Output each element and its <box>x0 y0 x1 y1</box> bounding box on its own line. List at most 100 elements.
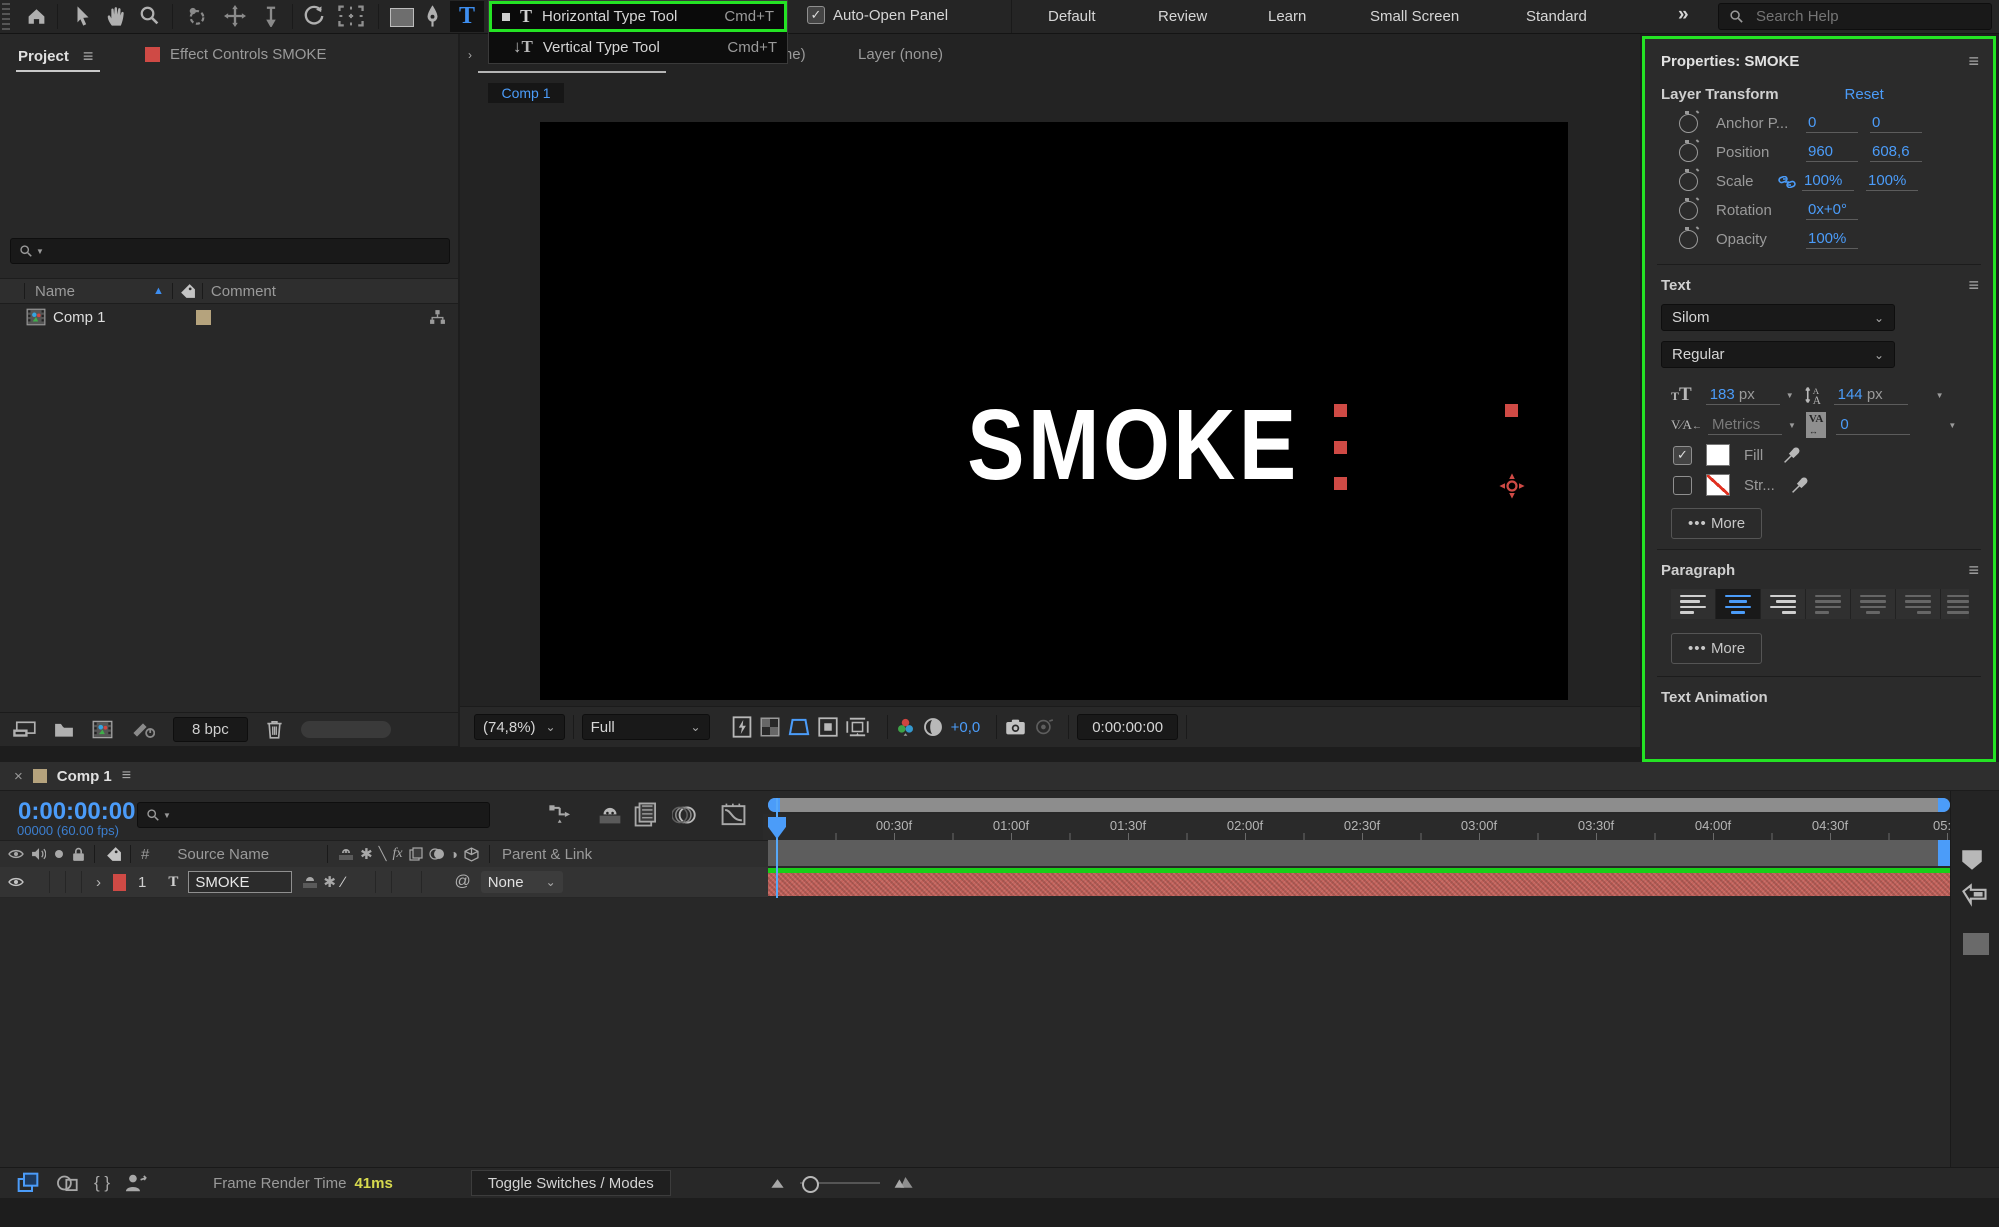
search-filter-dropdown-icon[interactable]: ▼ <box>163 811 171 820</box>
project-scrollbar-thumb[interactable] <box>300 721 391 738</box>
project-tab[interactable]: Project ≡ <box>18 46 93 67</box>
expressions-braces-icon[interactable]: { } <box>94 1173 110 1193</box>
timeline-zoom-slider-knob[interactable] <box>802 1176 819 1193</box>
workspace-tab-review[interactable]: Review <box>1158 8 1207 25</box>
align-left-button[interactable] <box>1671 589 1716 619</box>
layer-shy-switch[interactable] <box>302 875 318 889</box>
smoke-text-layer[interactable]: SMOKE <box>960 395 1306 495</box>
selection-tool-icon[interactable] <box>73 5 93 27</box>
anchor-point-icon[interactable] <box>1498 472 1526 500</box>
work-area-band[interactable] <box>768 840 1950 866</box>
viewer-tab-layer[interactable]: Layer (none) <box>858 46 943 63</box>
viewer-timecode-box[interactable]: 0:00:00:00 <box>1077 714 1179 740</box>
layer-duration-bar[interactable] <box>768 873 1950 896</box>
selection-handle[interactable] <box>1334 441 1347 454</box>
orbit-camera-tool-icon[interactable] <box>186 6 208 26</box>
new-folder-icon[interactable] <box>54 722 74 738</box>
opacity-value[interactable]: 100% <box>1806 230 1858 249</box>
workspace-tab-default[interactable]: Default <box>1048 8 1096 25</box>
justify-last-right-button[interactable] <box>1896 589 1941 619</box>
resolution-dropdown[interactable]: Full ⌄ <box>581 714 710 740</box>
selection-handle[interactable] <box>1334 477 1347 490</box>
justify-all-button[interactable] <box>1941 589 1969 619</box>
toggle-switches-modes-button[interactable]: Toggle Switches / Modes <box>470 1170 671 1196</box>
scale-y-value[interactable]: 100% <box>1866 172 1918 191</box>
home-tool-icon[interactable] <box>26 6 47 27</box>
zoom-tool-icon[interactable] <box>139 5 160 26</box>
layer-name-box[interactable]: SMOKE <box>188 871 293 893</box>
column-header-comment[interactable]: Comment <box>211 283 276 300</box>
used-in-network-icon[interactable] <box>429 309 446 325</box>
comp-label-color[interactable] <box>195 309 211 325</box>
exposure-reset-icon[interactable] <box>923 717 943 737</box>
stroke-enabled-checkbox[interactable]: ✓ <box>1673 475 1692 495</box>
align-center-button[interactable] <box>1716 589 1761 619</box>
zoom-in-mountains-icon[interactable] <box>893 1177 913 1189</box>
timeline-current-time[interactable]: 0:00:00:00 <box>18 798 135 826</box>
section-menu-icon[interactable]: ≡ <box>1968 275 1979 296</box>
layer-label-color[interactable] <box>113 873 126 891</box>
comp-button-flag-icon[interactable] <box>1959 883 1987 907</box>
eyedropper-icon[interactable] <box>1783 447 1800 464</box>
pen-tool-icon[interactable] <box>421 4 444 28</box>
dropdown-triangle-icon[interactable]: ▼ <box>1788 421 1796 430</box>
sort-ascending-icon[interactable]: ▲ <box>153 285 164 297</box>
trash-icon[interactable] <box>266 720 283 739</box>
fast-previews-icon[interactable] <box>732 716 752 738</box>
kerning-value[interactable]: Metrics <box>1712 416 1760 433</box>
justify-last-center-button[interactable] <box>1851 589 1896 619</box>
navigator-left-cap[interactable] <box>768 798 780 812</box>
audio-cell[interactable] <box>34 871 50 893</box>
reset-button[interactable]: Reset <box>1845 86 1884 103</box>
toolbar-grip[interactable] <box>2 3 10 30</box>
layer-switch-cell[interactable] <box>376 871 393 893</box>
motion-blur-icon[interactable] <box>672 804 696 826</box>
layer-row-1[interactable]: › 1 T SMOKE ✱ ∕ @ None ⌄ <box>0 867 768 898</box>
navigator-right-cap[interactable] <box>1938 798 1950 812</box>
auto-open-checkbox[interactable]: ✓ <box>807 6 825 24</box>
parent-pickwhip-icon[interactable]: @ <box>454 873 470 891</box>
lock-cell[interactable] <box>66 871 82 893</box>
workspace-tab-small-screen[interactable]: Small Screen <box>1370 8 1459 25</box>
layer-eye-icon[interactable] <box>8 876 24 888</box>
search-help-box[interactable] <box>1718 3 1992 30</box>
new-composition-icon[interactable] <box>92 720 113 739</box>
stopwatch-icon[interactable] <box>1679 140 1698 162</box>
anchor-y-value[interactable]: 0 <box>1870 114 1922 133</box>
font-family-dropdown[interactable]: Silom ⌄ <box>1661 304 1895 331</box>
anchor-x-value[interactable]: 0 <box>1806 114 1858 133</box>
fill-enabled-checkbox[interactable]: ✓ <box>1673 445 1692 465</box>
project-search-input[interactable] <box>46 242 449 260</box>
admin-user-icon[interactable] <box>124 1173 147 1193</box>
dropdown-triangle-icon[interactable]: ▼ <box>1786 391 1794 400</box>
shy-layers-icon[interactable] <box>597 804 623 826</box>
solo-cell[interactable] <box>50 871 66 893</box>
vertical-scrollbar-thumb[interactable] <box>1963 933 1989 955</box>
search-help-input[interactable] <box>1754 7 1958 26</box>
interpret-footage-icon[interactable] <box>12 721 36 738</box>
close-icon[interactable]: × <box>14 768 23 785</box>
snapshot-camera-icon[interactable] <box>1005 718 1026 736</box>
column-header-number[interactable]: # <box>141 846 149 863</box>
project-search-box[interactable]: ▼ <box>10 238 450 264</box>
parent-link-dropdown[interactable]: None ⌄ <box>480 871 563 893</box>
timeline-search-box[interactable]: ▼ <box>137 802 490 828</box>
layer-expand-chevron[interactable]: › <box>96 874 101 891</box>
magnification-dropdown[interactable]: (74,8%) ⌄ <box>474 714 565 740</box>
layer-collapse-switch[interactable]: ✱ <box>323 873 336 891</box>
grid-guides-icon[interactable] <box>845 717 869 737</box>
mask-visibility-icon[interactable] <box>817 717 838 737</box>
comp-breadcrumb-chip[interactable]: Comp 1 <box>488 83 564 103</box>
stroke-color-swatch[interactable] <box>1706 474 1730 496</box>
comp-marker-bin-icon[interactable] <box>1959 847 1985 873</box>
camera-region-tool-icon[interactable] <box>338 5 364 27</box>
stopwatch-icon[interactable] <box>1679 169 1698 191</box>
layer-switch-cell[interactable] <box>406 871 423 893</box>
hand-tool-icon[interactable] <box>105 5 127 27</box>
stopwatch-icon[interactable] <box>1679 227 1698 249</box>
composition-mini-flowchart-icon[interactable] <box>548 804 574 826</box>
section-menu-icon[interactable]: ≡ <box>1968 560 1979 581</box>
position-x-value[interactable]: 960 <box>1806 143 1858 162</box>
layer-switch-cell[interactable] <box>360 871 377 893</box>
transparency-grid-icon[interactable] <box>760 717 780 737</box>
